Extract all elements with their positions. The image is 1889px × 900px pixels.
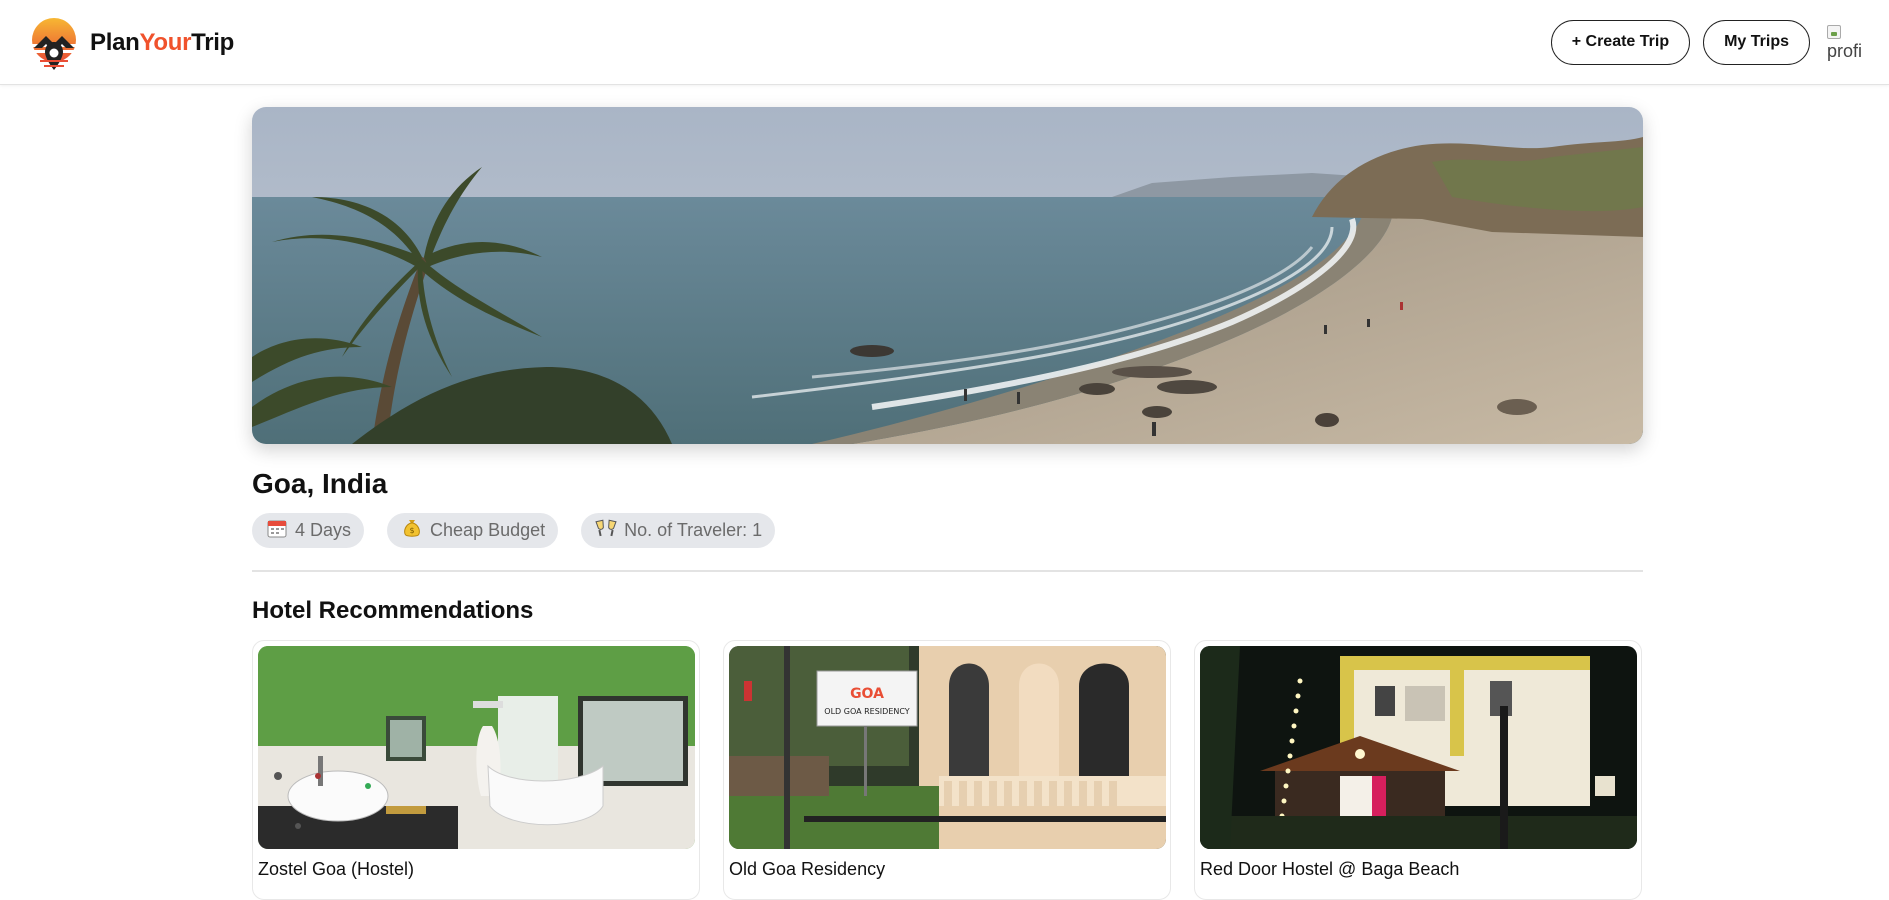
hotel-recommendations-title: Hotel Recommendations [252, 597, 534, 624]
destination-title: Goa, India [252, 468, 388, 499]
chip-days-label: 4 Days [295, 520, 352, 540]
chip-travelers-label: No. of Traveler: 1 [624, 520, 763, 540]
hotel-card[interactable]: GOA OLD GOA RESIDENCY Old Goa Residency [723, 640, 1171, 900]
nav-actions: + Create Trip My Trips profile [1550, 19, 1863, 65]
hotel-image: GOA OLD GOA RESIDENCY [729, 646, 1166, 849]
top-navbar: PlanYourTrip + Create Trip My Trips prof… [0, 0, 1889, 85]
hotel-sign-text: OLD GOA RESIDENCY [824, 707, 910, 716]
hotel-name: Old Goa Residency [729, 859, 886, 879]
hotel-image [258, 646, 695, 849]
chip-travelers: No. of Traveler: 1 [581, 513, 776, 548]
svg-text:$: $ [409, 526, 414, 535]
hotel-list: Zostel Goa (Hostel) GOA OLD GOA RESIDENC… [252, 640, 1643, 900]
brand-name: PlanYourTrip [90, 29, 234, 57]
trip-info-chips: 4 Days $ Cheap Budget No. of Traveler: 1 [252, 513, 798, 548]
broken-image-icon [1827, 25, 1841, 39]
chip-budget-label: Cheap Budget [430, 520, 546, 540]
calendar-icon [266, 518, 288, 543]
destination-hero-image [252, 107, 1643, 444]
brand[interactable]: PlanYourTrip [30, 13, 234, 73]
money-bag-icon: $ [401, 518, 423, 543]
chip-days: 4 Days [252, 513, 365, 548]
hotel-card[interactable]: Zostel Goa (Hostel) [252, 640, 700, 900]
brand-suffix: Trip [191, 29, 234, 56]
brand-accent: Your [139, 29, 192, 56]
logo-icon [32, 18, 76, 70]
hotel-name: Zostel Goa (Hostel) [258, 859, 415, 879]
cheers-icon [595, 518, 617, 543]
hotel-name: Red Door Hostel @ Baga Beach [1200, 859, 1460, 879]
hotel-image [1200, 646, 1637, 849]
beach-photo [252, 107, 1643, 444]
brand-prefix: Plan [90, 29, 140, 56]
profile-alt-text: profile [1827, 41, 1863, 61]
profile-avatar[interactable]: profile [1825, 21, 1863, 63]
my-trips-button[interactable]: My Trips [1703, 19, 1810, 65]
hotel-card[interactable]: Red Door Hostel @ Baga Beach [1194, 640, 1642, 900]
section-divider [252, 570, 1643, 572]
svg-text:GOA: GOA [850, 686, 884, 702]
create-trip-button[interactable]: + Create Trip [1550, 19, 1691, 65]
chip-budget: $ Cheap Budget [387, 513, 559, 548]
